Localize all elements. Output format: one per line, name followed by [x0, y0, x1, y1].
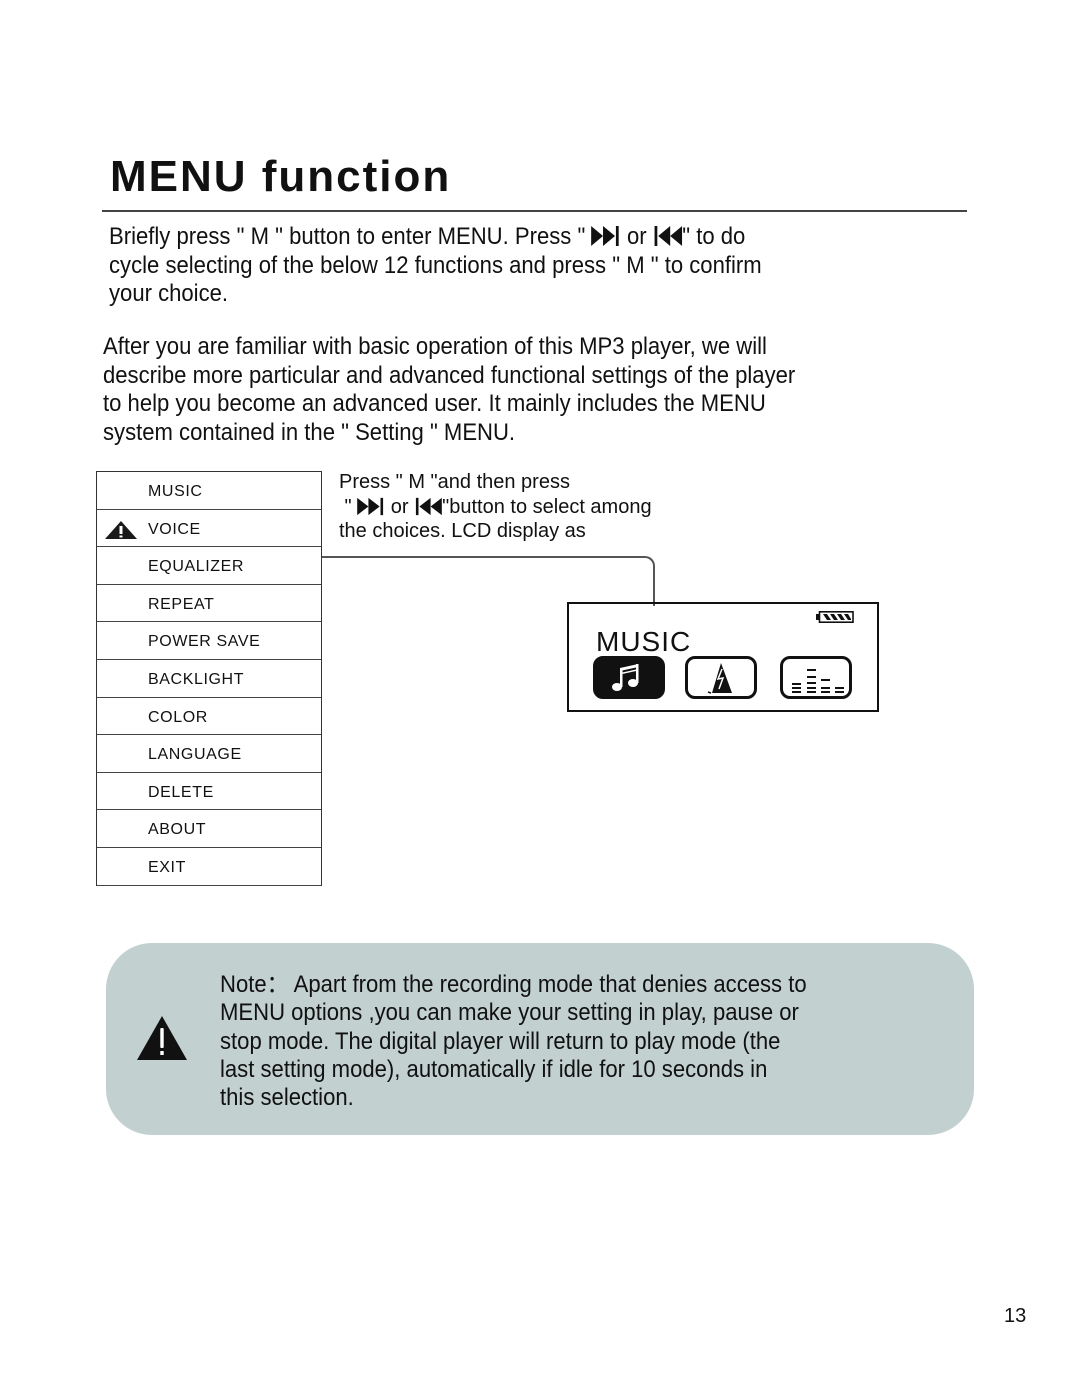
note-line: Note： Apart from the recording mode that…: [220, 971, 807, 998]
instruction-line-2: " or "button to select among: [339, 495, 652, 520]
menu-item-music[interactable]: MUSIC: [97, 472, 321, 510]
metronome-icon: [707, 663, 732, 694]
intro-text: or: [620, 223, 653, 250]
note-text: Note： Apart from the recording mode that…: [220, 971, 807, 1112]
next-track-icon: [591, 226, 620, 246]
intro-paragraph: Briefly press " M " button to enter MENU…: [109, 223, 762, 309]
menu-item-color[interactable]: COLOR: [97, 698, 321, 736]
menu-item-about[interactable]: ABOUT: [97, 810, 321, 848]
intro-text: Briefly press " M " button to enter MENU…: [109, 223, 592, 250]
battery-full-icon: [816, 611, 854, 623]
intro-text: " to do: [682, 223, 746, 250]
menu-item-label: REPEAT: [148, 595, 215, 613]
page-title: MENU function: [110, 152, 452, 201]
lcd-tile-equalizer: [780, 656, 852, 699]
menu-item-exit[interactable]: EXIT: [97, 848, 321, 886]
menu-item-label: ABOUT: [148, 821, 207, 839]
note-line: MENU options ,you can make your setting …: [220, 999, 799, 1027]
description-line: to help you become an advanced user. It …: [103, 390, 766, 417]
note-line: last setting mode), automatically if idl…: [220, 1055, 768, 1083]
instruction-line-1: Press " M "and then press: [339, 471, 570, 493]
equalizer-bars-icon: [792, 669, 844, 693]
lcd-display: MUSIC: [567, 602, 879, 712]
menu-item-label: VOICE: [148, 520, 201, 538]
music-note-icon: [612, 664, 639, 691]
menu-list: MUSIC VOICE EQUALIZER REPEAT POWER SAVE …: [96, 471, 322, 886]
next-track-icon: [357, 497, 384, 515]
intro-line-2: cycle selecting of the below 12 function…: [109, 251, 762, 279]
instruction-text-part: or: [385, 495, 415, 518]
menu-item-backlight[interactable]: BACKLIGHT: [97, 660, 321, 698]
menu-item-power-save[interactable]: POWER SAVE: [97, 622, 321, 660]
connector-line: [322, 556, 655, 606]
note-line: stop mode. The digital player will retur…: [220, 1027, 781, 1055]
instruction-text: Press " M "and then press " or "button t…: [339, 470, 652, 544]
lcd-title: MUSIC: [596, 626, 692, 657]
menu-item-equalizer[interactable]: EQUALIZER: [97, 547, 321, 585]
warning-icon: [137, 1016, 187, 1060]
previous-track-icon: [416, 497, 442, 515]
menu-item-label: EXIT: [148, 858, 186, 876]
title-divider: [102, 210, 967, 212]
menu-item-label: COLOR: [148, 708, 208, 726]
warning-icon: [105, 520, 137, 539]
description-line: describe more particular and advanced fu…: [103, 361, 796, 389]
menu-item-label: EQUALIZER: [148, 558, 245, 576]
menu-item-label: DELETE: [148, 783, 214, 801]
menu-item-language[interactable]: LANGUAGE: [97, 735, 321, 773]
menu-item-repeat[interactable]: REPEAT: [97, 585, 321, 623]
description-line: After you are familiar with basic operat…: [103, 333, 767, 360]
menu-item-label: LANGUAGE: [148, 746, 242, 764]
instruction-line-3: the choices. LCD display as: [339, 520, 586, 542]
description-paragraph: After you are familiar with basic operat…: [103, 333, 795, 447]
menu-item-label: MUSIC: [148, 483, 203, 500]
description-line: system contained in the " Setting " MENU…: [103, 418, 516, 446]
note-box: Note： Apart from the recording mode that…: [106, 943, 974, 1135]
previous-track-icon: [654, 226, 683, 246]
menu-item-label: BACKLIGHT: [148, 670, 245, 688]
menu-item-delete[interactable]: DELETE: [97, 773, 321, 811]
page-number: 13: [1004, 1305, 1027, 1327]
lcd-tile-music: [593, 656, 665, 699]
intro-line-3: your choice.: [109, 280, 229, 307]
note-line: this selection.: [220, 1084, 354, 1112]
instruction-text-part: ": [339, 495, 358, 518]
menu-item-voice[interactable]: VOICE: [97, 510, 321, 548]
intro-line-1: Briefly press " M " button to enter MENU…: [109, 223, 762, 252]
instruction-text-part: "button to select among: [442, 495, 652, 518]
menu-item-label: POWER SAVE: [148, 633, 261, 651]
lcd-tile-voice: [685, 656, 757, 699]
